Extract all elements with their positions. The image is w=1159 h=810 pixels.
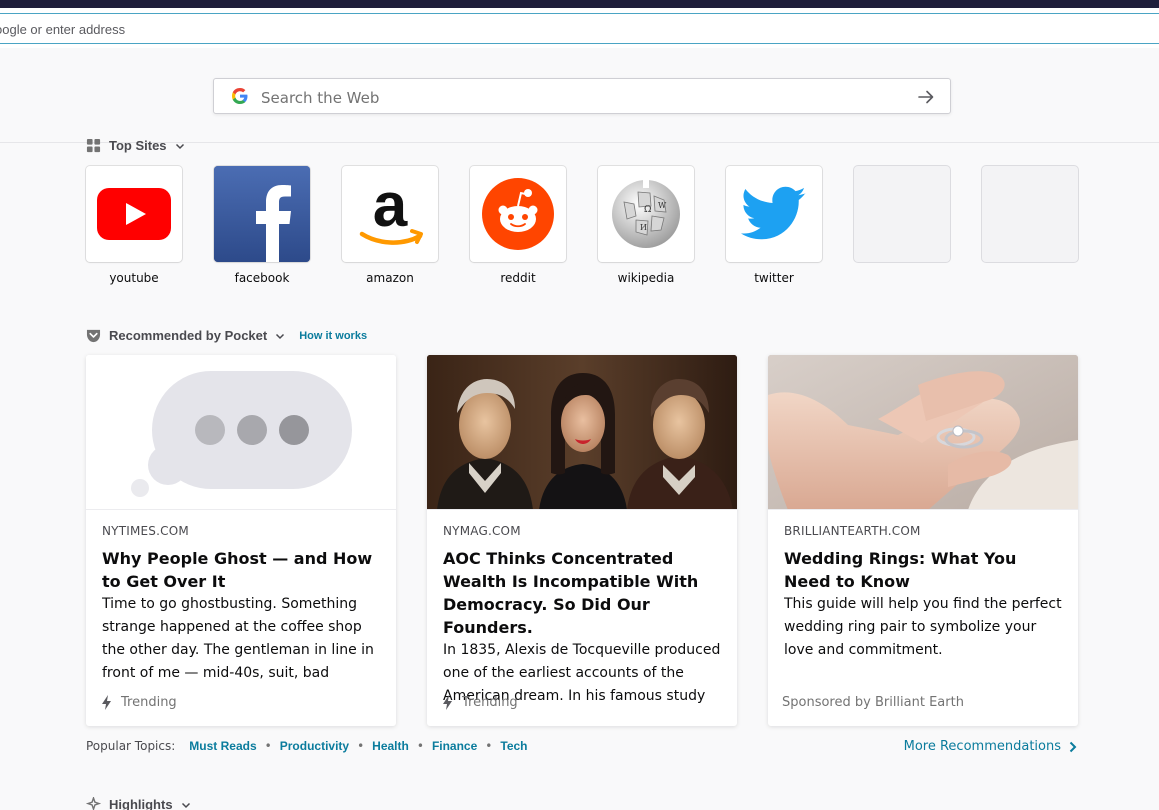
highlights-header[interactable]: Highlights	[86, 797, 191, 810]
popular-topics: Popular Topics: Must Reads • Productivit…	[86, 739, 528, 753]
top-site-tile[interactable]: Ω W И	[598, 166, 694, 262]
card-description: Time to go ghostbusting. Something stran…	[102, 596, 374, 681]
pocket-header: Recommended by Pocket How it works	[86, 328, 367, 343]
highlights-title: Highlights	[109, 797, 173, 810]
top-site-tile[interactable]: a	[342, 166, 438, 262]
address-bar[interactable]: oogle or enter address	[0, 13, 1159, 44]
search-section: Search the Web	[0, 48, 1159, 143]
chevron-down-icon	[175, 143, 184, 149]
top-site-label: amazon	[366, 271, 414, 285]
top-site-label: facebook	[234, 271, 290, 285]
topic-link[interactable]: Tech	[500, 739, 527, 753]
pocket-card[interactable]: NYTIMES.COM Why People Ghost — and How t…	[86, 355, 396, 726]
topic-separator: •	[485, 739, 493, 753]
card-context: Sponsored by Brilliant Earth	[782, 695, 964, 710]
window-top-strip	[0, 0, 1159, 8]
popular-topics-label: Popular Topics:	[86, 739, 176, 753]
pocket-card[interactable]: BRILLIANTEARTH.COM Wedding Rings: What Y…	[768, 355, 1078, 726]
svg-text:Ω: Ω	[644, 205, 651, 215]
card-source: NYTIMES.COM	[102, 524, 189, 538]
top-site-tile[interactable]	[214, 166, 310, 262]
more-recommendations-label: More Recommendations	[903, 739, 1061, 754]
facebook-icon	[214, 166, 310, 262]
top-sites-header[interactable]: Top Sites	[86, 138, 185, 153]
top-sites-title: Top Sites	[109, 138, 167, 153]
card-title: Why People Ghost — and How to Get Over I…	[102, 549, 373, 591]
wedding-ring-image	[768, 355, 1078, 509]
top-site-label: twitter	[754, 271, 794, 285]
card-description: This guide will help you find the perfec…	[784, 596, 1062, 658]
pocket-title[interactable]: Recommended by Pocket	[109, 328, 267, 343]
topic-separator: •	[416, 739, 424, 753]
address-bar-placeholder: oogle or enter address	[0, 22, 126, 37]
youtube-icon	[97, 188, 171, 240]
card-source: BRILLIANTEARTH.COM	[784, 524, 921, 538]
card-context: Trending	[443, 695, 518, 710]
trending-bolt-icon	[443, 695, 452, 710]
top-site-tile[interactable]	[726, 166, 822, 262]
card-image-rings	[768, 355, 1078, 510]
speech-bubble-icon	[131, 371, 352, 497]
chevron-down-icon	[181, 802, 190, 808]
top-site-facebook[interactable]: facebook	[214, 166, 310, 285]
topic-link[interactable]: Finance	[432, 739, 477, 753]
more-recommendations-link[interactable]: More Recommendations	[904, 739, 1077, 754]
card-context-label: Trending	[462, 695, 518, 710]
search-input[interactable]: Search the Web	[213, 78, 951, 114]
top-site-reddit[interactable]: reddit	[470, 166, 566, 285]
portraits-image	[427, 355, 737, 509]
how-it-works-link[interactable]: How it works	[299, 330, 367, 342]
top-site-label: reddit	[500, 271, 536, 285]
card-title: AOC Thinks Concentrated Wealth Is Incomp…	[443, 549, 699, 637]
pocket-card[interactable]: NYMAG.COM AOC Thinks Concentrated Wealth…	[427, 355, 737, 726]
top-site-placeholder-tile[interactable]	[982, 166, 1078, 262]
card-source: NYMAG.COM	[443, 524, 521, 538]
twitter-icon	[741, 186, 806, 240]
topic-separator: •	[264, 739, 272, 753]
wikipedia-icon: Ω W И	[612, 180, 680, 248]
top-site-tile[interactable]	[470, 166, 566, 262]
top-site-label: youtube	[109, 271, 159, 285]
grid-icon	[86, 138, 101, 153]
card-context: Trending	[102, 695, 177, 710]
top-site-twitter[interactable]: twitter	[726, 166, 822, 285]
topic-link[interactable]: Health	[372, 739, 409, 753]
trending-bolt-icon	[102, 695, 111, 710]
card-title: Wedding Rings: What You Need to Know	[784, 549, 1017, 591]
reddit-icon	[482, 178, 554, 250]
google-icon	[232, 88, 248, 104]
highlights-sparkle-icon	[86, 797, 101, 810]
search-placeholder: Search the Web	[261, 89, 380, 107]
top-site-label: wikipedia	[617, 271, 675, 285]
top-site-wikipedia[interactable]: Ω W И wikipedia	[598, 166, 694, 285]
top-site-amazon[interactable]: a amazon	[342, 166, 438, 285]
amazon-icon: a	[359, 174, 423, 245]
top-site-youtube[interactable]: youtube	[86, 166, 182, 285]
top-site-placeholder-tile[interactable]	[854, 166, 950, 262]
pocket-icon	[86, 329, 101, 342]
topic-separator: •	[357, 739, 365, 753]
topic-link[interactable]: Productivity	[280, 739, 349, 753]
svg-text:W: W	[658, 201, 667, 210]
topic-link[interactable]: Must Reads	[189, 739, 256, 753]
chevron-right-icon	[1069, 741, 1077, 752]
svg-text:a: a	[373, 174, 408, 240]
svg-text:И: И	[640, 223, 647, 232]
card-placeholder-image	[86, 355, 396, 510]
arrow-right-icon[interactable]	[916, 87, 936, 107]
top-site-tile[interactable]	[86, 166, 182, 262]
top-site-empty[interactable]	[982, 166, 1078, 262]
card-context-label: Trending	[121, 695, 177, 710]
top-site-empty[interactable]	[854, 166, 950, 262]
chevron-down-icon[interactable]	[275, 331, 285, 341]
navigation-toolbar: oogle or enter address	[0, 8, 1159, 48]
card-image-portraits	[427, 355, 737, 510]
card-context-label: Sponsored by Brilliant Earth	[782, 695, 964, 710]
